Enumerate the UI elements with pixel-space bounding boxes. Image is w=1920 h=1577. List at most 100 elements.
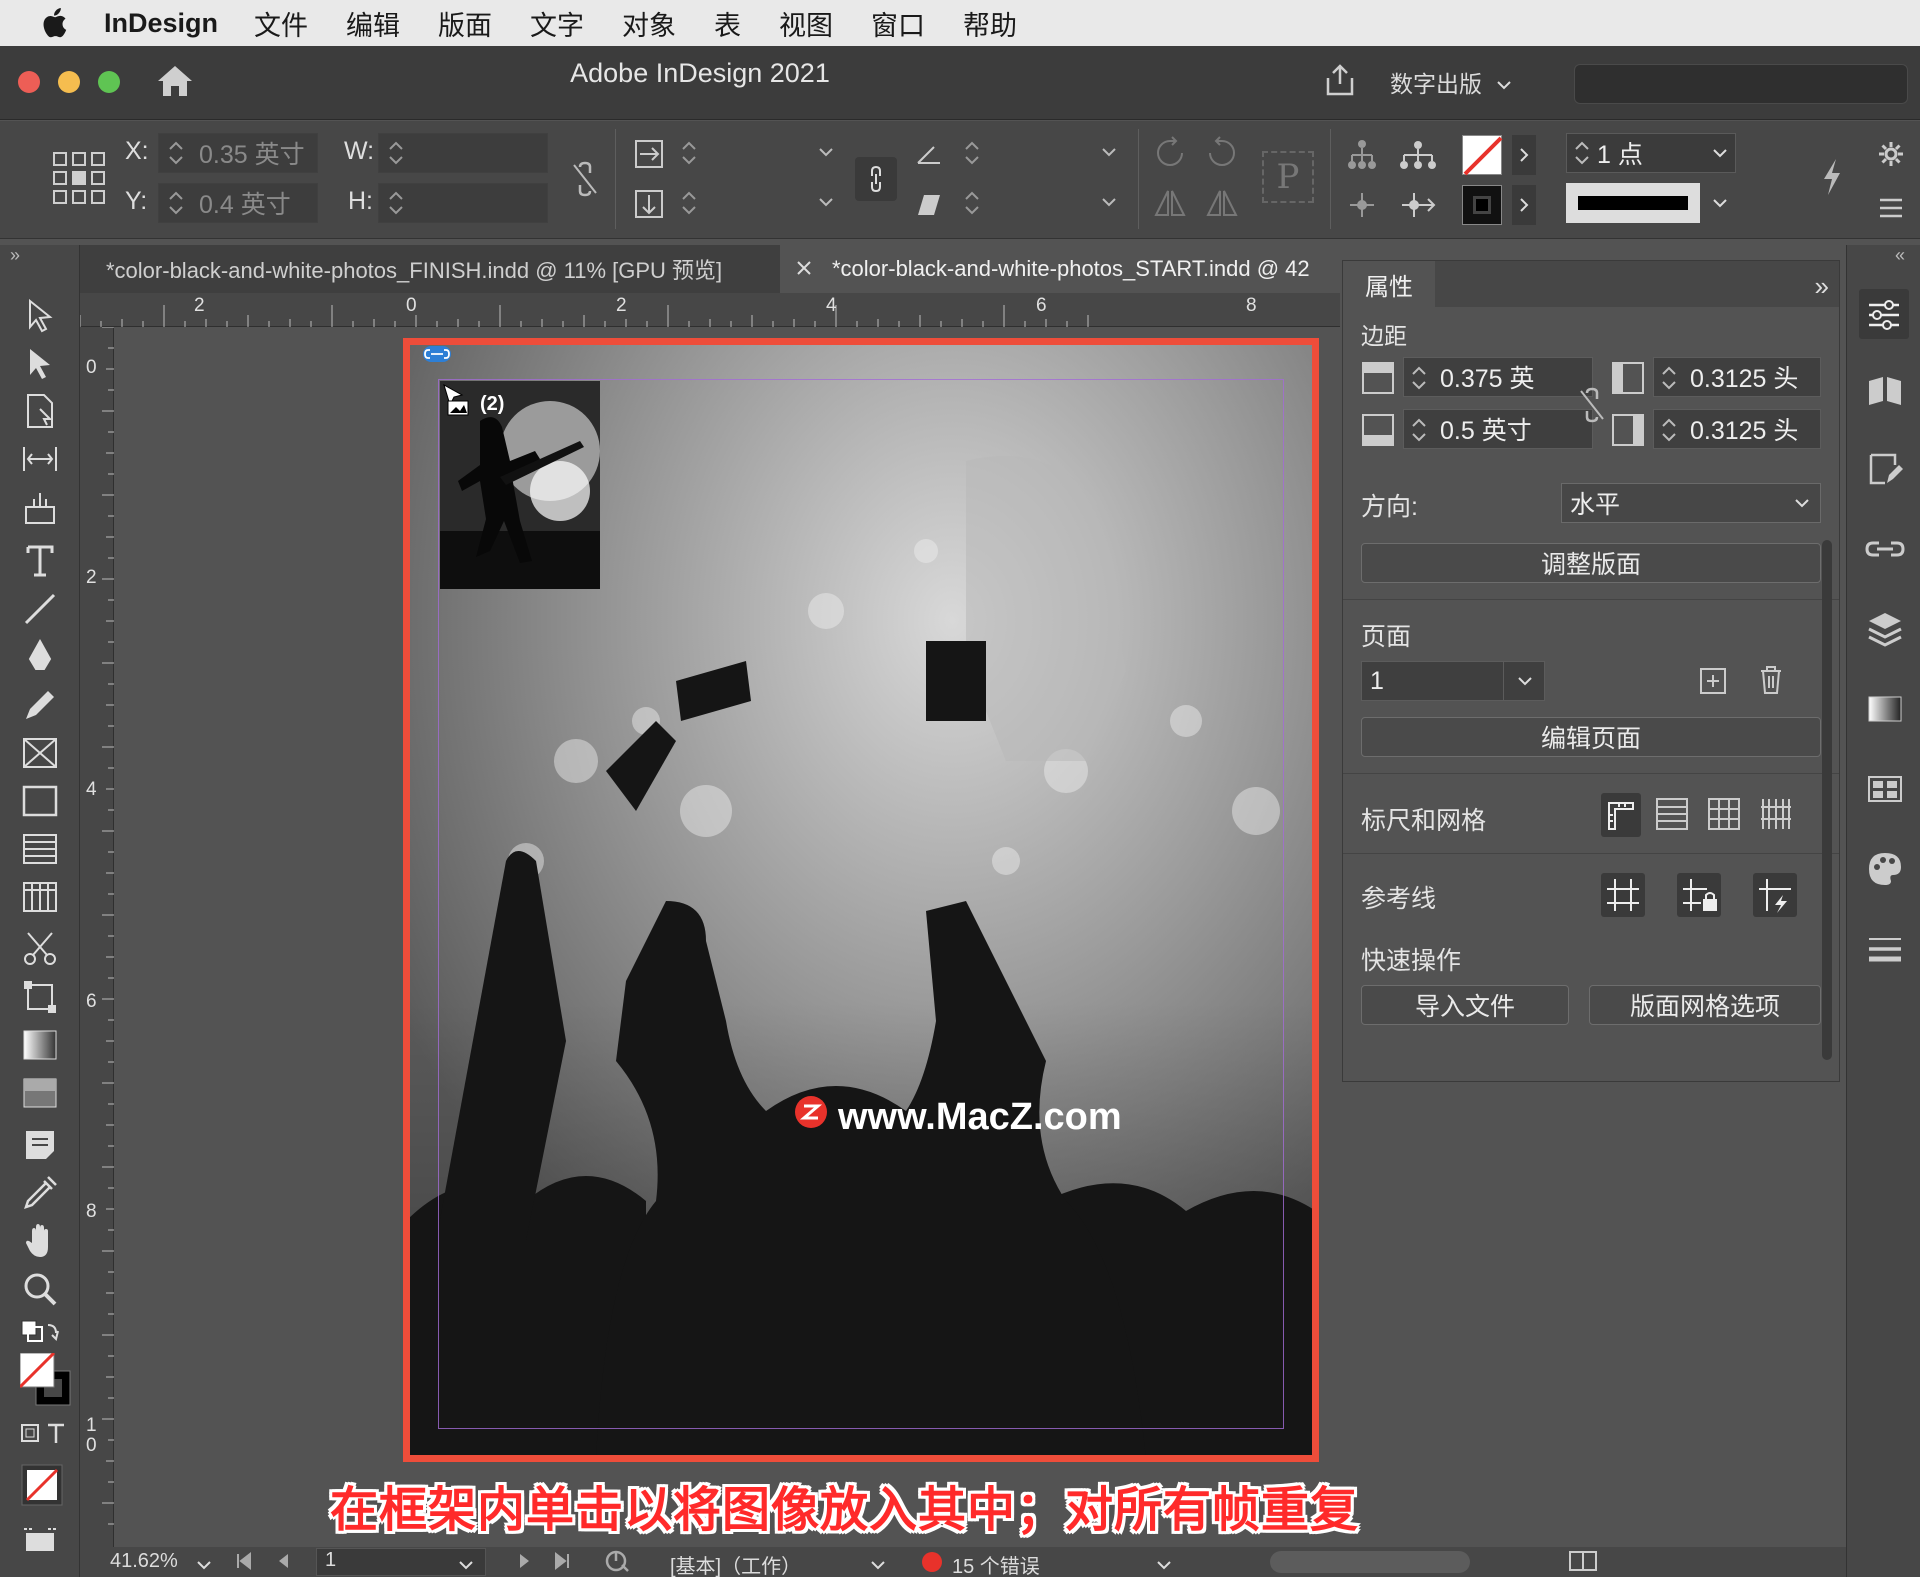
add-page-icon[interactable] <box>1699 667 1737 705</box>
quick-apply-icon[interactable] <box>1818 157 1846 202</box>
page-tool-icon[interactable] <box>20 391 60 431</box>
chevron-down-icon[interactable] <box>870 1553 886 1576</box>
panel-collapse-icon[interactable]: » <box>1815 271 1829 302</box>
menu-help[interactable]: 帮助 <box>963 4 1017 43</box>
apply-none-icon[interactable] <box>20 1463 63 1506</box>
rectangle-tool-icon[interactable] <box>20 781 60 821</box>
stroke-swatch-icon[interactable] <box>1462 185 1502 225</box>
vertical-ruler[interactable]: 0 2 4 6 8 1 0 <box>80 327 114 1547</box>
properties-panel-icon[interactable] <box>1859 289 1909 339</box>
cc-libraries-icon[interactable] <box>1865 449 1905 489</box>
collapse-icon[interactable]: » <box>10 245 20 266</box>
layers-panel-icon[interactable] <box>1865 609 1905 649</box>
tab-start-document[interactable]: *color-black-and-white-photos_START.indd… <box>780 245 1340 293</box>
select-container-icon[interactable] <box>1346 139 1378 176</box>
selection-tool-icon[interactable] <box>20 295 60 335</box>
line-tool-icon[interactable] <box>20 589 60 629</box>
link-scale-icon[interactable] <box>855 157 897 201</box>
split-layout-icon[interactable] <box>1568 1549 1598 1577</box>
inside-margin-field[interactable]: 0.3125 头 <box>1653 357 1821 397</box>
menu-type[interactable]: 文字 <box>530 4 584 43</box>
fill-stroke-swatch-icon[interactable] <box>18 1351 71 1409</box>
scale-y-dropdown[interactable] <box>672 183 842 223</box>
constrain-proportions-icon[interactable] <box>570 161 600 202</box>
import-file-button[interactable]: 导入文件 <box>1361 985 1569 1025</box>
first-page-icon[interactable] <box>234 1551 254 1577</box>
stroke-panel-icon[interactable] <box>1865 929 1905 969</box>
pencil-tool-icon[interactable] <box>20 685 60 725</box>
tab-finish-document[interactable]: *color-black-and-white-photos_FINISH.ind… <box>80 245 770 293</box>
width-field[interactable] <box>378 133 548 173</box>
document-page[interactable]: (2) <box>406 341 1316 1459</box>
smart-guides-icon[interactable] <box>1753 873 1797 917</box>
pages-panel-icon[interactable] <box>1865 369 1905 409</box>
shear-angle-icon[interactable] <box>916 193 942 222</box>
chevron-down-icon[interactable] <box>1156 1553 1172 1576</box>
bottom-margin-field[interactable]: 0.5 英寸 <box>1403 409 1593 449</box>
fill-none-swatch-icon[interactable] <box>1462 135 1503 176</box>
stroke-type-swatch[interactable] <box>1566 183 1700 223</box>
horizontal-scrollbar[interactable] <box>1270 1551 1470 1573</box>
direct-selection-tool-icon[interactable] <box>20 343 60 383</box>
close-icon[interactable] <box>796 256 812 282</box>
last-page-icon[interactable] <box>552 1551 572 1577</box>
menu-table[interactable]: 表 <box>714 4 741 43</box>
note-tool-icon[interactable] <box>20 1125 60 1165</box>
gradient-feather-tool-icon[interactable] <box>20 1073 60 1113</box>
scale-y-icon[interactable] <box>634 189 664 224</box>
show-guides-icon[interactable] <box>1601 873 1645 917</box>
vertical-grid-tool-icon[interactable] <box>20 877 60 917</box>
app-menu[interactable]: InDesign <box>104 8 218 39</box>
layout-grid-options-button[interactable]: 版面网格选项 <box>1589 985 1821 1025</box>
gradient-panel-icon[interactable] <box>1865 689 1905 729</box>
baseline-grid-icon[interactable] <box>1653 795 1691 833</box>
gradient-swatch-tool-icon[interactable] <box>20 1025 60 1065</box>
y-position-field[interactable]: 0.4 英寸 <box>158 183 318 223</box>
document-grid-icon[interactable] <box>1705 795 1743 833</box>
workspace-switcher[interactable]: 数字出版 <box>1390 62 1512 102</box>
pen-tool-icon[interactable] <box>20 637 60 677</box>
open-in-window-icon[interactable] <box>604 1549 630 1577</box>
hand-tool-icon[interactable] <box>20 1221 60 1261</box>
direction-p-icon[interactable]: P <box>1262 151 1314 203</box>
menu-file[interactable]: 文件 <box>254 4 308 43</box>
outside-margin-field[interactable]: 0.3125 头 <box>1653 409 1821 449</box>
placed-image-frame[interactable]: (2) <box>440 381 600 589</box>
apple-menu-icon[interactable] <box>40 7 84 39</box>
properties-scrollbar[interactable] <box>1822 540 1832 1060</box>
search-stock-input[interactable] <box>1574 64 1908 104</box>
chevron-right-icon[interactable] <box>1512 185 1536 225</box>
rotate-clockwise-icon[interactable] <box>1152 135 1188 176</box>
links-panel-icon[interactable] <box>1865 529 1905 569</box>
horizontal-ruler[interactable]: 2 0 2 4 6 8 <box>80 293 1340 327</box>
top-margin-field[interactable]: 0.375 英 <box>1403 357 1593 397</box>
link-icon[interactable] <box>422 345 452 368</box>
unlink-margins-icon[interactable] <box>1577 387 1615 425</box>
x-position-field[interactable]: 0.35 英寸 <box>158 133 318 173</box>
formatting-affects-container-icon[interactable] <box>20 1421 64 1461</box>
layout-grid-icon[interactable] <box>1757 795 1795 833</box>
preflight-profile[interactable]: [基本]（工作） <box>670 1550 801 1577</box>
shear-dropdown[interactable] <box>955 183 1125 223</box>
document-canvas[interactable]: (2) www.MacZ.com <box>114 327 1340 1547</box>
menu-layout[interactable]: 版面 <box>438 4 492 43</box>
select-next-object-icon[interactable] <box>1398 189 1438 226</box>
reference-point-icon[interactable] <box>52 151 106 210</box>
next-page-icon[interactable] <box>516 1551 532 1577</box>
flip-horizontal-icon[interactable] <box>1152 185 1188 226</box>
chevron-down-icon[interactable] <box>458 1553 474 1576</box>
scale-x-dropdown[interactable] <box>672 133 842 173</box>
content-collector-tool-icon[interactable] <box>20 487 60 527</box>
eyedropper-tool-icon[interactable] <box>20 1173 60 1213</box>
color-panel-icon[interactable] <box>1865 849 1905 889</box>
adjust-layout-button[interactable]: 调整版面 <box>1361 543 1821 583</box>
select-previous-object-icon[interactable] <box>1346 189 1378 226</box>
show-rulers-icon[interactable] <box>1601 793 1641 837</box>
menu-view[interactable]: 视图 <box>779 4 833 43</box>
chevron-right-icon[interactable] <box>1512 135 1536 175</box>
screen-mode-icon[interactable] <box>20 1525 60 1565</box>
scissors-tool-icon[interactable] <box>20 929 60 969</box>
lock-guides-icon[interactable] <box>1677 873 1721 917</box>
collapse-icon[interactable]: « <box>1895 245 1905 266</box>
delete-page-icon[interactable] <box>1757 665 1795 703</box>
